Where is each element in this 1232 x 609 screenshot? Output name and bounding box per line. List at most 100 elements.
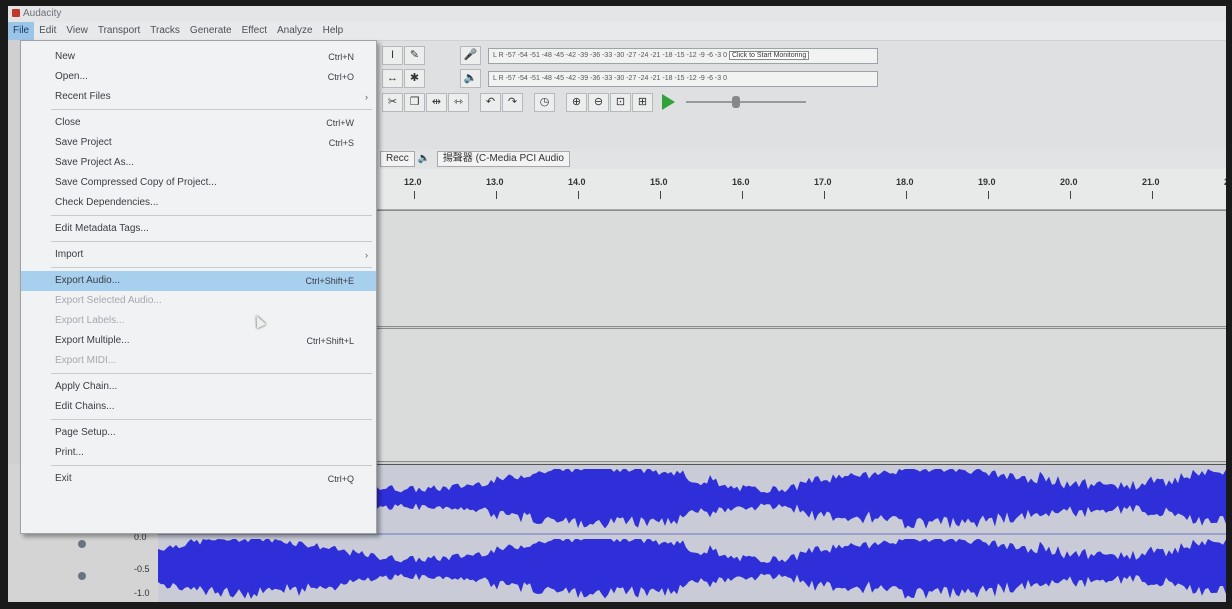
menu-item-shortcut: Ctrl+O bbox=[327, 72, 354, 82]
submenu-arrow-icon: › bbox=[365, 92, 368, 102]
menu-transport[interactable]: Transport bbox=[93, 22, 145, 40]
menu-item-export-multiple[interactable]: Export Multiple... Ctrl+Shift+L bbox=[21, 331, 376, 351]
menu-item-label: Recent Files bbox=[55, 91, 111, 102]
silence-icon[interactable]: ⇿ bbox=[448, 93, 469, 112]
speaker-icon: 🔈 bbox=[417, 153, 431, 164]
ruler-tick-5: 17.0 bbox=[814, 177, 832, 199]
window-title: Audacity bbox=[23, 8, 62, 19]
timeline-ruler[interactable]: 12.0 13.0 14.0 15.0 16.0 17.0 18.0 19.0 20.0 21.0… bbox=[376, 169, 1226, 210]
menu-item-label: New bbox=[55, 51, 76, 62]
monitoring-hint[interactable]: Click to Start Monitoring bbox=[728, 51, 810, 60]
menu-item-check-dependencies[interactable]: Check Dependencies... bbox=[21, 193, 376, 213]
sync-lock-icon[interactable]: ◷ bbox=[534, 93, 555, 112]
toolbars: I ✎ 🎤 L R -57 -54 -51 -48 -45 -42 -39 -3… bbox=[376, 41, 1226, 149]
menu-item-label: Export Labels... bbox=[55, 315, 125, 326]
menu-analyze[interactable]: Analyze bbox=[272, 22, 318, 40]
device-toolbar: Recc 🔈 揚聲器 (C-Media PCI Audio bbox=[376, 149, 1226, 169]
menu-item-label: Edit Metadata Tags... bbox=[55, 223, 149, 234]
menu-file[interactable]: File bbox=[8, 22, 35, 40]
selection-tool-icon[interactable]: I bbox=[382, 46, 403, 65]
menu-item-recent-files[interactable]: Recent Files › bbox=[21, 87, 376, 107]
record-meter-mic-icon[interactable]: 🎤 bbox=[460, 46, 481, 65]
menu-item-label: Apply Chain... bbox=[55, 381, 118, 392]
menu-separator bbox=[51, 215, 372, 216]
menu-item-label: Print... bbox=[55, 447, 84, 458]
multi-tool-icon[interactable]: ✱ bbox=[404, 69, 425, 88]
ruler-tick-10: 22 bbox=[1224, 177, 1226, 187]
menu-item-new[interactable]: New Ctrl+N bbox=[21, 47, 376, 67]
menu-item-export-labels: Export Labels... bbox=[21, 311, 376, 331]
menu-item-save-project[interactable]: Save Project Ctrl+S bbox=[21, 133, 376, 153]
ruler-tick-6: 18.0 bbox=[896, 177, 914, 199]
output-device-select[interactable]: 揚聲器 (C-Media PCI Audio bbox=[436, 151, 570, 167]
menu-item-save-compressed-copy-of-project[interactable]: Save Compressed Copy of Project... bbox=[21, 173, 376, 193]
menu-separator bbox=[51, 465, 372, 466]
menu-help[interactable]: Help bbox=[318, 22, 349, 40]
playback-meter-lr: L R bbox=[493, 75, 504, 82]
menu-item-edit-metadata-tags[interactable]: Edit Metadata Tags... bbox=[21, 219, 376, 239]
screen: Audacity File Edit View Transport Tracks Gene… bbox=[8, 6, 1226, 602]
empty-track-2[interactable] bbox=[376, 328, 1226, 462]
menu-item-shortcut: Ctrl+W bbox=[326, 118, 354, 128]
draw-tool-icon[interactable]: ✎ bbox=[404, 46, 425, 65]
playback-meter[interactable]: L R -57 -54 -51 -48 -45 -42 -39 -36 -33 … bbox=[488, 71, 878, 87]
toolbar-row-2: ↔ ✱ 🔈 L R -57 -54 -51 -48 -45 -42 -39 -3… bbox=[376, 67, 1226, 89]
menu-item-label: Export Selected Audio... bbox=[55, 295, 162, 306]
menu-item-label: Save Project As... bbox=[55, 157, 134, 168]
menu-tracks[interactable]: Tracks bbox=[145, 22, 185, 40]
menu-item-label: Check Dependencies... bbox=[55, 197, 159, 208]
menu-edit[interactable]: Edit bbox=[34, 22, 61, 40]
menu-item-label: Page Setup... bbox=[55, 427, 116, 438]
play-speed-slider[interactable] bbox=[686, 96, 806, 108]
playback-meter-scale: -57 -54 -51 -48 -45 -42 -39 -36 -33 -30 … bbox=[505, 75, 727, 82]
ruler-tick-2: 14.0 bbox=[568, 177, 586, 199]
menu-separator bbox=[51, 267, 372, 268]
file-menu: New Ctrl+N Open... Ctrl+O Recent Files › Close… bbox=[20, 40, 377, 534]
fit-project-icon[interactable]: ⊞ bbox=[632, 93, 653, 112]
cut-icon[interactable]: ✂ bbox=[382, 93, 403, 112]
title-bar: Audacity bbox=[8, 6, 1226, 22]
menu-view[interactable]: View bbox=[61, 22, 93, 40]
time-shift-tool-icon[interactable]: ↔ bbox=[382, 69, 403, 88]
redo-icon[interactable]: ↷ bbox=[502, 93, 523, 112]
menu-item-edit-chains[interactable]: Edit Chains... bbox=[21, 397, 376, 417]
empty-track-1[interactable] bbox=[376, 210, 1226, 327]
ruler-tick-4: 16.0 bbox=[732, 177, 750, 199]
menu-generate[interactable]: Generate bbox=[185, 22, 237, 40]
menu-item-print[interactable]: Print... bbox=[21, 443, 376, 463]
zoom-in-icon[interactable]: ⊕ bbox=[566, 93, 587, 112]
fit-selection-icon[interactable]: ⊡ bbox=[610, 93, 631, 112]
play-at-speed-icon[interactable] bbox=[662, 94, 675, 110]
vscale-minus-half: -0.5 bbox=[134, 564, 150, 574]
ruler-tick-7: 19.0 bbox=[978, 177, 996, 199]
menu-item-exit[interactable]: Exit Ctrl+Q bbox=[21, 469, 376, 489]
audio-host-select[interactable]: Recc bbox=[380, 151, 415, 167]
pan-slider-knob[interactable] bbox=[78, 572, 86, 580]
menu-item-label: Open... bbox=[55, 71, 88, 82]
gain-slider-knob[interactable] bbox=[78, 540, 86, 548]
menu-separator bbox=[51, 373, 372, 374]
menu-item-page-setup[interactable]: Page Setup... bbox=[21, 423, 376, 443]
menu-item-export-audio[interactable]: Export Audio... Ctrl+Shift+E bbox=[21, 271, 376, 291]
record-meter[interactable]: L R -57 -54 -51 -48 -45 -42 -39 -36 -33 … bbox=[488, 48, 878, 64]
menu-item-import[interactable]: Import › bbox=[21, 245, 376, 265]
ruler-tick-0: 12.0 bbox=[404, 177, 422, 199]
trim-icon[interactable]: ⇹ bbox=[426, 93, 447, 112]
playback-meter-speaker-icon[interactable]: 🔈 bbox=[460, 69, 481, 88]
menu-item-close[interactable]: Close Ctrl+W bbox=[21, 113, 376, 133]
menu-item-apply-chain[interactable]: Apply Chain... bbox=[21, 377, 376, 397]
copy-icon[interactable]: ❐ bbox=[404, 93, 425, 112]
menu-item-open[interactable]: Open... Ctrl+O bbox=[21, 67, 376, 87]
play-speed-knob[interactable] bbox=[732, 96, 740, 108]
undo-icon[interactable]: ↶ bbox=[480, 93, 501, 112]
menu-item-label: Edit Chains... bbox=[55, 401, 115, 412]
menu-item-label: Close bbox=[55, 117, 81, 128]
menu-item-save-project-as[interactable]: Save Project As... bbox=[21, 153, 376, 173]
menu-effect[interactable]: Effect bbox=[237, 22, 272, 40]
menu-item-label: Import bbox=[55, 249, 84, 260]
menu-item-export-midi: Export MIDI... bbox=[21, 351, 376, 371]
zoom-out-icon[interactable]: ⊖ bbox=[588, 93, 609, 112]
submenu-arrow-icon: › bbox=[365, 250, 368, 260]
menu-bar: File Edit View Transport Tracks Generate Effec… bbox=[8, 22, 1226, 41]
menu-item-label: Export Audio... bbox=[55, 275, 121, 286]
